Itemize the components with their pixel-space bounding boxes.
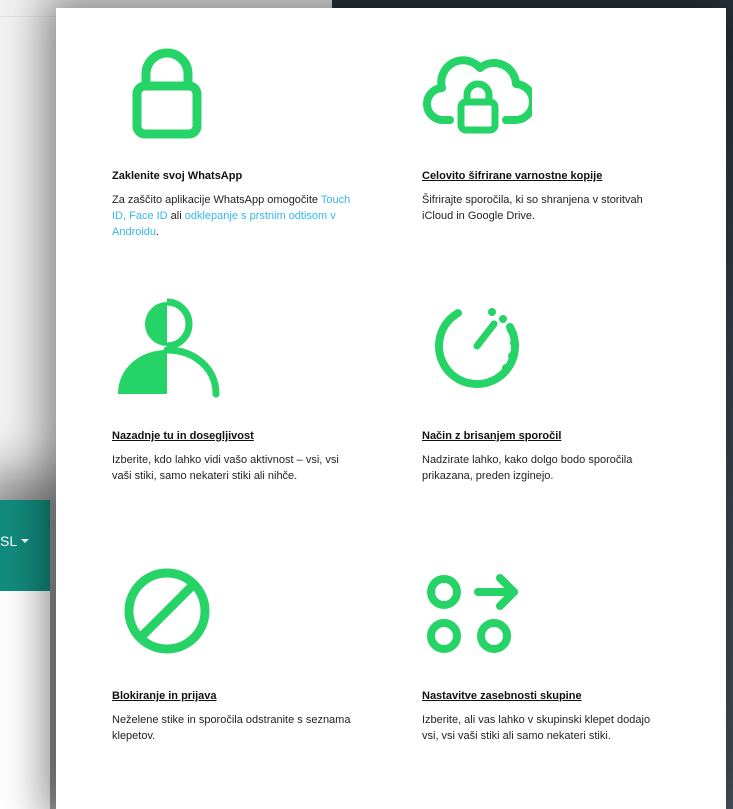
- language-selector[interactable]: SL: [0, 533, 30, 549]
- feature-description: Izberite, ali vas lahko v skupinski klep…: [422, 714, 651, 742]
- language-label: SL: [0, 533, 18, 549]
- padlock-icon: [132, 48, 202, 139]
- feature-description: Za zaščito aplikacije WhatsApp omogočite…: [112, 194, 351, 238]
- feature-disappearing-messages: Način z brisanjem sporočil Nadzirate lah…: [422, 292, 662, 512]
- feature-block-report: Blokiranje in prijava Neželene stike in …: [112, 556, 352, 756]
- feature-title[interactable]: Blokiranje in prijava: [112, 690, 217, 702]
- timer-icon: [435, 308, 519, 388]
- language-window: SL: [0, 500, 50, 809]
- feature-description: Nadzirate lahko, kako dolgo bodo sporoči…: [422, 454, 633, 482]
- feature-last-seen: Nazadnje tu in dosegljivost Izberite, kd…: [112, 292, 352, 512]
- feature-description: Izberite, kdo lahko vidi vašo aktivnost …: [112, 454, 339, 482]
- privacy-features-window: Zaklenite svoj WhatsApp Za zaščito aplik…: [56, 8, 726, 809]
- cloud-lock-icon: [423, 56, 532, 134]
- chevron-down-icon: [21, 539, 30, 543]
- feature-title[interactable]: Nazadnje tu in dosegljivost: [112, 430, 254, 442]
- feature-title[interactable]: Nastavitve zasebnosti skupine: [422, 690, 582, 702]
- feature-description: Neželene stike in sporočila odstranite s…: [112, 714, 351, 742]
- feature-title[interactable]: Celovito šifrirane varnostne kopije: [422, 170, 602, 182]
- feature-encrypted-backups: Celovito šifrirane varnostne kopije Šifr…: [422, 40, 662, 250]
- language-window-header: SL: [0, 500, 50, 591]
- group-arrow-icon: [427, 574, 518, 653]
- feature-title[interactable]: Način z brisanjem sporočil: [422, 430, 561, 442]
- person-half-icon: [118, 298, 220, 398]
- block-icon: [124, 568, 210, 654]
- feature-title: Zaklenite svoj WhatsApp: [112, 170, 243, 182]
- feature-group-privacy: Nastavitve zasebnosti skupine Izberite, …: [422, 556, 662, 776]
- feature-description: Šifrirajte sporočila, ki so shranjena v …: [422, 194, 643, 222]
- feature-lock-whatsapp: Zaklenite svoj WhatsApp Za zaščito aplik…: [112, 40, 352, 250]
